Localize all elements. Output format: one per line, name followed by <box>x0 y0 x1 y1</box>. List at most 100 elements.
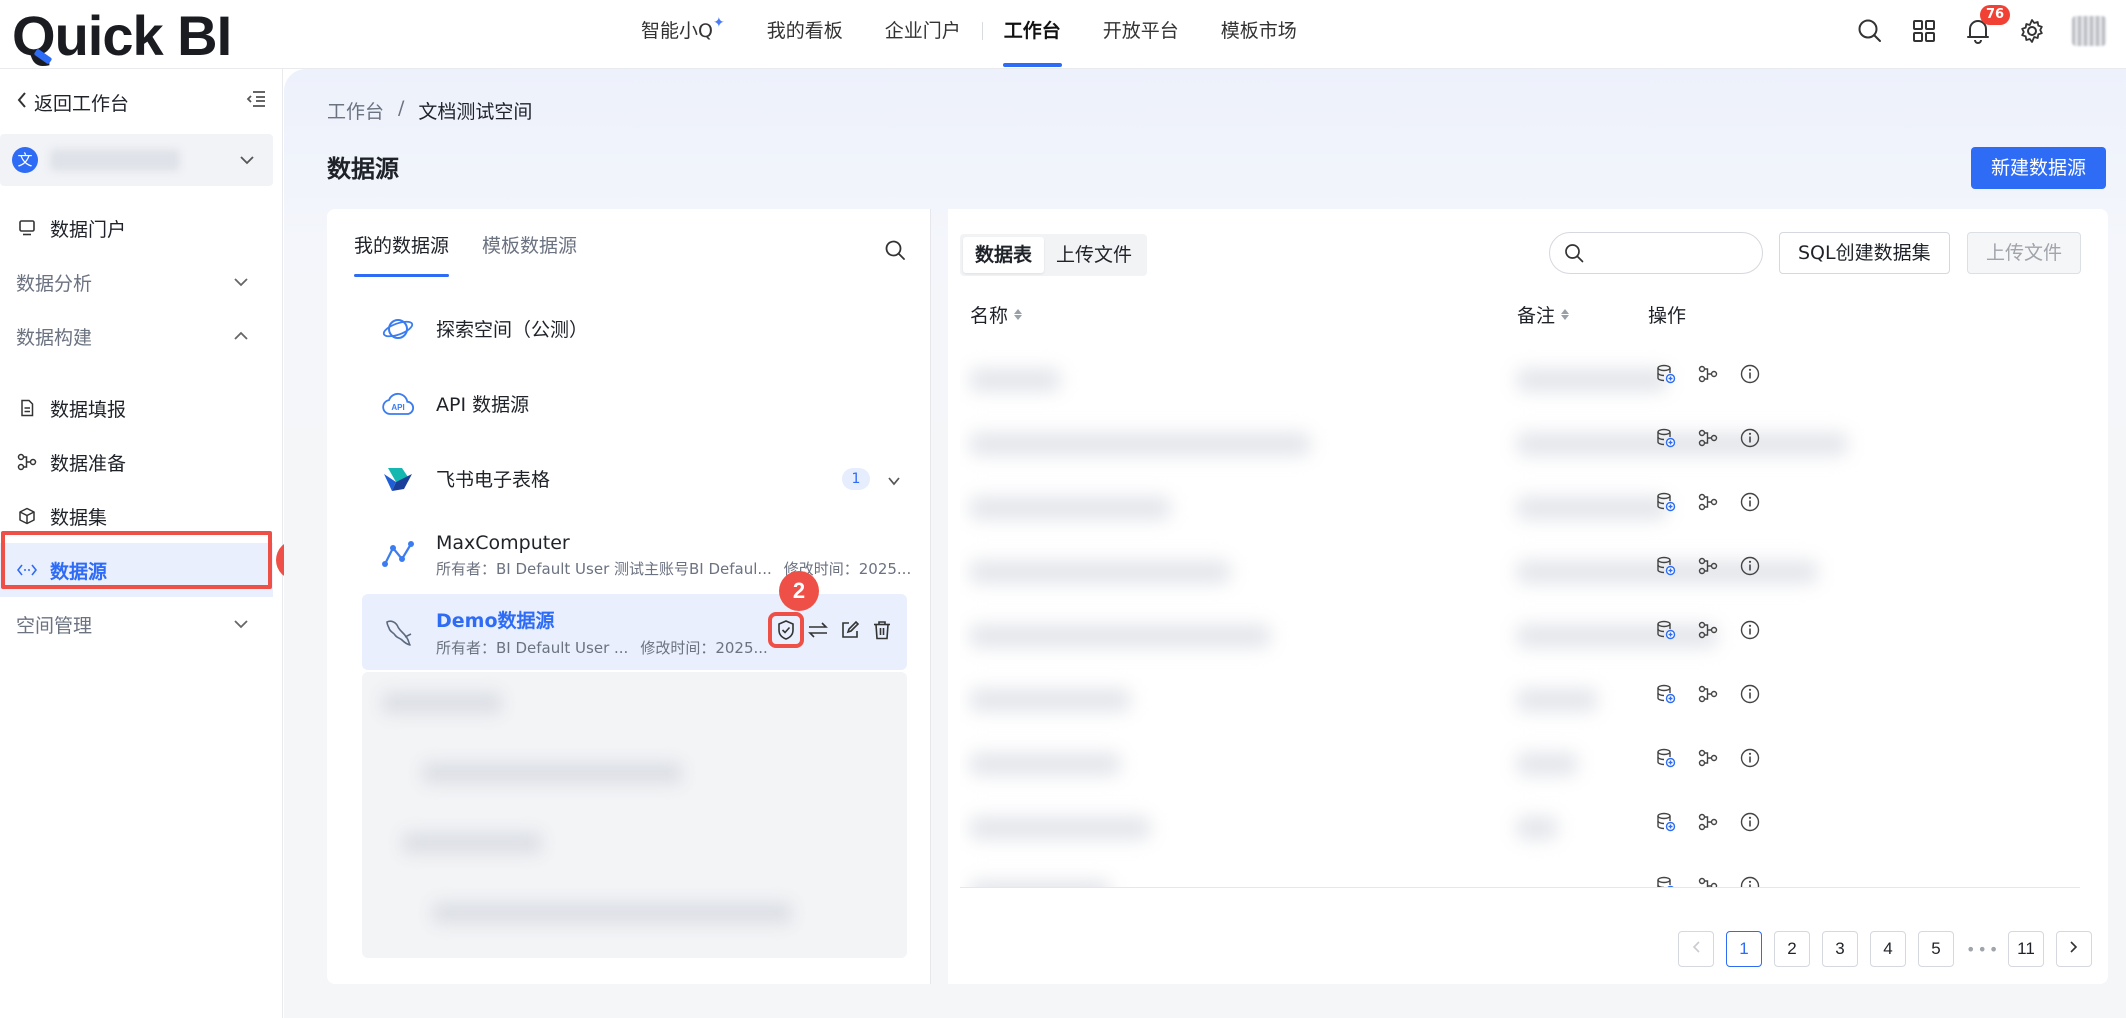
list-item[interactable]: MaxComputer 所有者：BI Default User 测试主账号BI … <box>327 516 931 594</box>
page-2-button[interactable]: 2 <box>1774 931 1810 967</box>
bell-icon[interactable]: 76 <box>1964 5 2011 45</box>
search-input[interactable] <box>1594 239 1754 267</box>
table-row[interactable] <box>960 605 2080 669</box>
row-operations <box>1655 427 1761 449</box>
nav-my-dashboard[interactable]: 我的看板 <box>746 0 864 69</box>
apps-grid-icon[interactable] <box>1910 17 1938 45</box>
nav-template-market[interactable]: 模板市场 <box>1200 0 1318 69</box>
nav-enterprise-portal[interactable]: 企业门户 <box>864 0 982 69</box>
prev-page-button[interactable] <box>1678 931 1714 967</box>
breadcrumb-root[interactable]: 工作台 <box>327 97 384 124</box>
nav-open-platform[interactable]: 开放平台 <box>1082 0 1200 69</box>
lineage-icon[interactable] <box>1697 875 1719 887</box>
lineage-icon[interactable] <box>1697 683 1719 705</box>
info-icon[interactable] <box>1739 811 1761 833</box>
back-to-workbench[interactable]: 返回工作台 <box>16 87 266 117</box>
list-item[interactable]: 探索空间（公测） <box>327 291 931 366</box>
info-icon[interactable] <box>1739 875 1761 887</box>
list-item[interactable]: 飞书电子表格 1 <box>327 441 931 516</box>
lineage-icon[interactable] <box>1697 555 1719 577</box>
sidebar-item-label: 数据准备 <box>50 452 127 475</box>
column-label: 备注 <box>1517 305 1556 327</box>
quick-bi-logo[interactable]: Quick BI <box>12 6 232 66</box>
shield-check-icon[interactable] <box>768 612 804 648</box>
page-title: 数据源 <box>327 155 399 183</box>
column-name-header[interactable]: 名称 <box>970 301 1023 328</box>
page-5-button[interactable]: 5 <box>1918 931 1954 967</box>
add-dataset-icon[interactable] <box>1655 491 1677 513</box>
collapse-menu-icon[interactable] <box>246 89 266 114</box>
add-dataset-icon[interactable] <box>1655 747 1677 769</box>
user-avatar[interactable] <box>2072 16 2106 46</box>
column-note-header[interactable]: 备注 <box>1517 301 1570 328</box>
sidebar-item-dataset[interactable]: 数据集 <box>0 489 273 543</box>
trash-icon[interactable] <box>871 619 893 641</box>
table-row[interactable] <box>960 413 2080 477</box>
table-row[interactable] <box>960 477 2080 541</box>
page-1-button[interactable]: 1 <box>1726 931 1762 967</box>
column-label: 名称 <box>970 305 1009 327</box>
info-icon[interactable] <box>1739 491 1761 513</box>
page-4-button[interactable]: 4 <box>1870 931 1906 967</box>
sidebar-group-data-analysis[interactable]: 数据分析 <box>0 255 273 309</box>
table-row[interactable] <box>960 669 2080 733</box>
lineage-icon[interactable] <box>1697 363 1719 385</box>
nav-workbench[interactable]: 工作台 <box>983 0 1082 69</box>
column-ops-header: 操作 <box>1648 301 1686 328</box>
top-bar: Quick BI 智能小Q✦ 我的看板 企业门户 工作台 开放平台 模板市场 7… <box>0 0 2126 69</box>
info-icon[interactable] <box>1739 683 1761 705</box>
info-icon[interactable] <box>1739 427 1761 449</box>
sql-create-dataset-button[interactable]: SQL创建数据集 <box>1779 232 1950 274</box>
lineage-icon[interactable] <box>1697 619 1719 641</box>
tab-template-datasources[interactable]: 模板数据源 <box>482 231 577 277</box>
swap-icon[interactable] <box>807 619 829 641</box>
edit-icon[interactable] <box>839 619 861 641</box>
nav-smart-q[interactable]: 智能小Q✦ <box>620 0 746 69</box>
sidebar-item-data-portal[interactable]: 数据门户 <box>0 201 273 255</box>
sidebar-item-data-fill[interactable]: 数据填报 <box>0 381 273 435</box>
table-row[interactable] <box>960 541 2080 605</box>
page-last-button[interactable]: 11 <box>2008 931 2044 967</box>
info-icon[interactable] <box>1739 619 1761 641</box>
breadcrumb-current: 文档测试空间 <box>418 101 533 123</box>
table-row[interactable] <box>960 349 2080 413</box>
sidebar-group-data-build[interactable]: 数据构建 <box>0 309 273 363</box>
pagination-ellipsis[interactable]: ••• <box>1966 940 1998 959</box>
lineage-icon[interactable] <box>1697 811 1719 833</box>
lineage-icon[interactable] <box>1697 491 1719 513</box>
list-item[interactable]: API API 数据源 <box>327 366 931 441</box>
add-dataset-icon[interactable] <box>1655 427 1677 449</box>
list-item-selected[interactable]: Demo数据源 所有者：BI Default User ... 修改时间：2025… <box>362 594 907 670</box>
seg-upload-files[interactable]: 上传文件 <box>1044 237 1144 273</box>
lineage-icon[interactable] <box>1697 747 1719 769</box>
table-row[interactable] <box>960 861 2080 887</box>
space-selector[interactable]: 文 <box>0 134 273 186</box>
lineage-icon[interactable] <box>1697 427 1719 449</box>
table-row[interactable] <box>960 733 2080 797</box>
info-icon[interactable] <box>1739 555 1761 577</box>
sidebar-item-datasource[interactable]: 数据源 <box>0 543 273 597</box>
search-icon[interactable] <box>1856 17 1884 45</box>
chevron-down-icon[interactable] <box>887 471 901 493</box>
tab-my-datasources[interactable]: 我的数据源 <box>354 231 450 277</box>
gear-icon[interactable] <box>2018 17 2046 45</box>
info-icon[interactable] <box>1739 363 1761 385</box>
add-dataset-icon[interactable] <box>1655 875 1677 887</box>
sidebar-item-data-prep[interactable]: 数据准备 <box>0 435 273 489</box>
new-datasource-button[interactable]: 新建数据源 <box>1970 147 2106 189</box>
form-doc-icon <box>16 397 38 419</box>
sidebar-group-space-management[interactable]: 空间管理 <box>0 597 273 651</box>
search-icon[interactable] <box>884 239 906 266</box>
seg-data-tables[interactable]: 数据表 <box>963 237 1045 273</box>
page-3-button[interactable]: 3 <box>1822 931 1858 967</box>
add-dataset-icon[interactable] <box>1655 555 1677 577</box>
datasource-list: 探索空间（公测） API API 数据源 飞书电子表格 1 MaxCompute… <box>327 291 931 670</box>
next-page-button[interactable] <box>2056 931 2092 967</box>
upload-file-button[interactable]: 上传文件 <box>1967 232 2082 274</box>
add-dataset-icon[interactable] <box>1655 811 1677 833</box>
table-row[interactable] <box>960 797 2080 861</box>
add-dataset-icon[interactable] <box>1655 363 1677 385</box>
info-icon[interactable] <box>1739 747 1761 769</box>
add-dataset-icon[interactable] <box>1655 619 1677 641</box>
add-dataset-icon[interactable] <box>1655 683 1677 705</box>
